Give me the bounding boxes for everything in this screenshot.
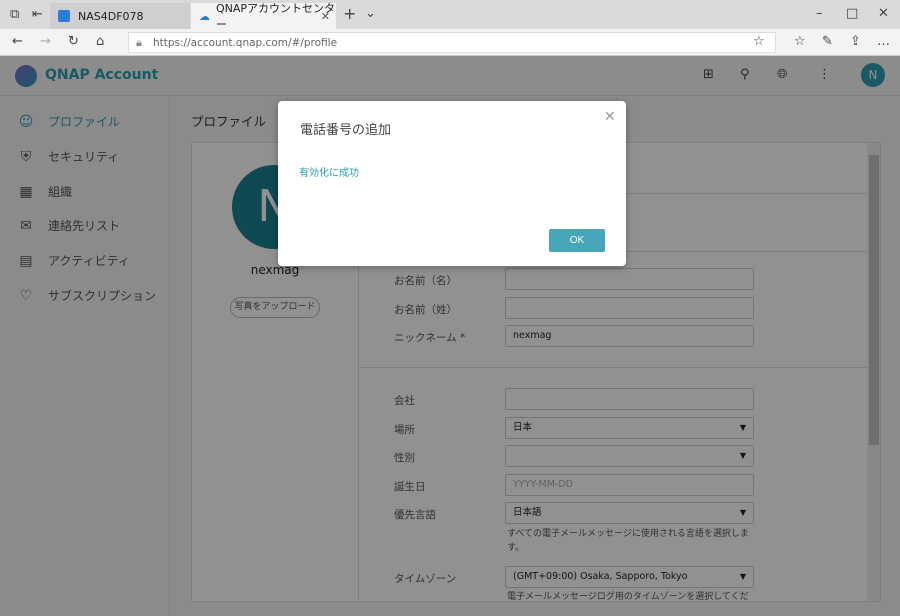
- dialog-title: 電話番号の追加: [300, 123, 392, 138]
- tab-label: NAS4DF078: [78, 9, 144, 23]
- add-phone-dialog: 電話番号の追加 ✕ 有効化に成功 OK: [278, 101, 626, 266]
- tab-list-chevron-icon[interactable]: ⌄: [365, 7, 376, 20]
- more-icon[interactable]: …: [877, 35, 890, 48]
- favorites-icon[interactable]: ☆: [794, 35, 806, 48]
- notes-icon[interactable]: ✎: [822, 35, 833, 48]
- favorite-star-icon[interactable]: ☆: [753, 35, 765, 48]
- set-aside-tabs-icon[interactable]: ⇤: [32, 8, 43, 21]
- url-input[interactable]: 🔒︎ https://account.qnap.com/#/profile: [128, 32, 776, 53]
- close-icon[interactable]: ✕: [604, 109, 616, 125]
- tab-label: QNAPアカウントセンター: [216, 2, 336, 31]
- tab-actions-icon[interactable]: ⧉: [10, 8, 19, 21]
- close-tab-icon[interactable]: ✕: [321, 10, 330, 23]
- minimize-icon[interactable]: –: [816, 7, 823, 20]
- back-icon[interactable]: ←: [12, 35, 23, 48]
- nas-favicon-icon: [58, 10, 70, 22]
- address-bar-row: ← → ↻ ⌂ 🔒︎ https://account.qnap.com/#/pro…: [0, 29, 900, 56]
- tab-qnap-account[interactable]: ☁ QNAPアカウントセンター ✕: [191, 2, 336, 31]
- new-tab-icon[interactable]: +: [343, 6, 356, 22]
- cloud-favicon-icon: ☁: [199, 9, 210, 23]
- url-text: https://account.qnap.com/#/profile: [153, 36, 338, 49]
- home-icon[interactable]: ⌂: [96, 35, 104, 48]
- refresh-icon[interactable]: ↻: [68, 35, 79, 48]
- lock-icon: 🔒︎: [136, 36, 142, 49]
- maximize-icon[interactable]: □: [846, 7, 858, 20]
- close-window-icon[interactable]: ✕: [878, 7, 889, 20]
- share-icon[interactable]: ⇪: [850, 35, 861, 48]
- forward-icon[interactable]: →: [40, 35, 51, 48]
- browser-tab-bar: ⧉ ⇤ NAS4DF078 ☁ QNAPアカウントセンター ✕ + ⌄ – □ ✕: [0, 0, 900, 31]
- success-message: 有効化に成功: [299, 168, 359, 179]
- tab-nas[interactable]: NAS4DF078: [50, 3, 190, 29]
- ok-button[interactable]: OK: [549, 229, 605, 252]
